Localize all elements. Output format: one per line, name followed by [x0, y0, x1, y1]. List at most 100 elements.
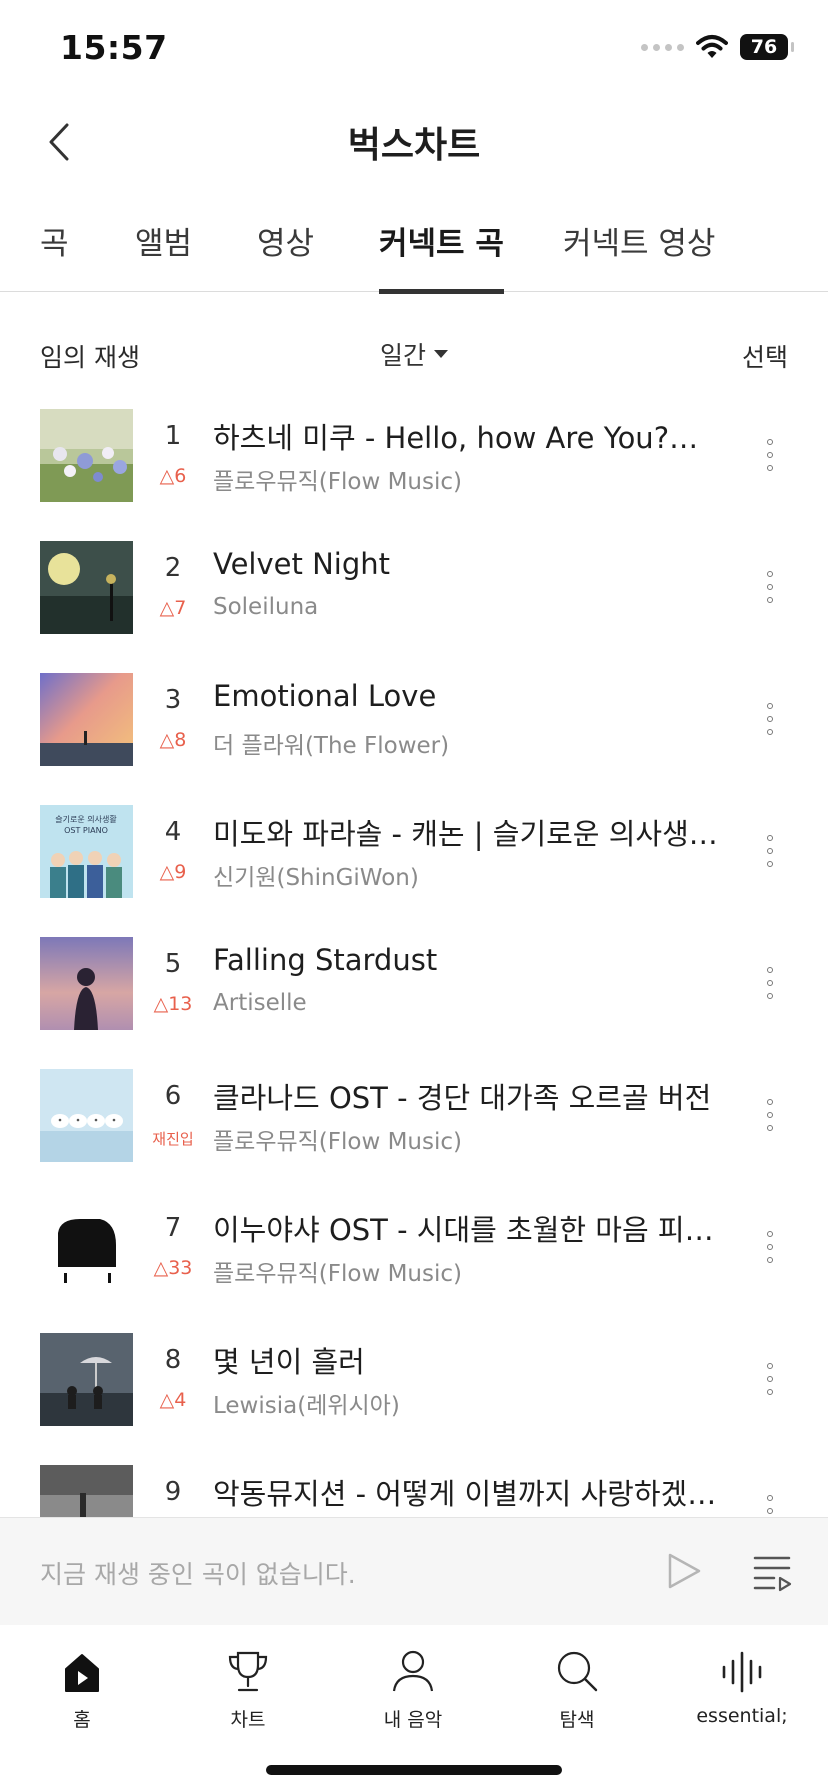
more-options-icon[interactable] — [760, 963, 780, 1003]
rank-number: 1 — [164, 421, 182, 451]
more-options-icon[interactable] — [760, 1227, 780, 1267]
rank-change: △7 — [159, 597, 187, 619]
shuffle-play-button[interactable]: 임의 재생 — [40, 338, 140, 374]
rank-number: 8 — [164, 1345, 182, 1375]
chart-row[interactable]: 6 재진입 클라나드 OST - 경단 대가족 오르골 버전 플로우뮤직(Flo… — [0, 1065, 828, 1197]
more-options-icon[interactable] — [760, 567, 780, 607]
album-art — [40, 1069, 133, 1162]
rank-number: 7 — [164, 1213, 182, 1243]
chart-row[interactable]: 슬기로운 의사생활 OST PIANO 4 △9 미도와 파라솔 - 캐논 | … — [0, 801, 828, 933]
rank-number: 4 — [164, 817, 182, 847]
search-icon — [557, 1651, 598, 1692]
mini-player[interactable]: 지금 재생 중인 곡이 없습니다. — [0, 1517, 828, 1625]
album-art — [40, 541, 133, 634]
chart-row[interactable]: 7 △33 이누야샤 OST - 시대를 초월한 마음 피… 플로우뮤직(Flo… — [0, 1197, 828, 1329]
chart-row[interactable]: 5 △13 Falling Stardust Artiselle — [0, 933, 828, 1065]
song-title: 클라나드 OST - 경단 대가족 오르골 버전 — [213, 1081, 712, 1115]
nav-home[interactable]: 홈 — [7, 1643, 157, 1732]
rank-change: △13 — [153, 993, 193, 1015]
page-title: 벅스차트 — [347, 125, 481, 166]
list-controls: 임의 재생 일간 선택 — [0, 334, 828, 378]
artist-name: 플로우뮤직(Flow Music) — [213, 469, 462, 495]
song-title: 이누야샤 OST - 시대를 초월한 마음 피… — [213, 1213, 714, 1247]
nav-chart[interactable]: 차트 — [173, 1643, 323, 1732]
artist-name: 플로우뮤직(Flow Music) — [213, 1129, 462, 1155]
chart-tabs: 곡 앨범 영상 커넥트 곡 커넥트 영상 — [0, 200, 828, 294]
rank-change: 재진입 — [152, 1130, 194, 1148]
rank-number: 9 — [164, 1477, 182, 1507]
battery-indicator: 76 — [740, 34, 794, 60]
home-icon — [65, 1654, 99, 1692]
artist-name: 더 플라워(The Flower) — [213, 733, 450, 759]
chart-list: 1 △6 하츠네 미쿠 - Hello, how Are You?… 플로우뮤직… — [0, 405, 828, 1517]
rank-number: 6 — [164, 1081, 182, 1111]
tab-connect-songs[interactable]: 커넥트 곡 — [379, 218, 504, 294]
app-header: 벅스차트 — [0, 100, 828, 180]
trophy-icon — [228, 1651, 268, 1692]
tab-songs[interactable]: 곡 — [40, 218, 69, 292]
more-options-icon[interactable] — [760, 699, 780, 739]
period-label: 일간 — [380, 341, 427, 370]
rank-number: 5 — [164, 949, 182, 979]
artist-name: Soleiluna — [213, 594, 319, 620]
more-options-icon[interactable] — [760, 831, 780, 871]
album-art — [40, 673, 133, 766]
artist-name: Lewisia(레위시아) — [213, 1393, 400, 1419]
playlist-icon — [753, 1556, 792, 1592]
nav-label: 차트 — [230, 1709, 266, 1731]
status-indicators: 76 — [641, 34, 794, 60]
play-icon — [668, 1553, 701, 1589]
rank-change: △4 — [159, 1389, 187, 1411]
period-dropdown[interactable]: 일간 — [380, 336, 449, 372]
song-title: Velvet Night — [213, 547, 390, 581]
more-options-icon[interactable] — [760, 1491, 780, 1517]
album-art — [40, 1201, 133, 1294]
chart-row[interactable]: 3 △8 Emotional Love 더 플라워(The Flower) — [0, 669, 828, 801]
wifi-icon — [696, 35, 728, 58]
nav-explore[interactable]: 탐색 — [502, 1643, 652, 1732]
person-icon — [392, 1650, 434, 1692]
album-art — [40, 937, 133, 1030]
rank-change: △9 — [159, 861, 187, 883]
artist-name: 신기원(ShinGiWon) — [213, 865, 419, 891]
song-title: Emotional Love — [213, 679, 437, 713]
artist-name: Artiselle — [213, 990, 307, 1016]
nav-label: 탐색 — [559, 1709, 595, 1731]
chart-row[interactable]: 8 △4 몇 년이 흘러 Lewisia(레위시아) — [0, 1329, 828, 1461]
play-button[interactable] — [665, 1551, 703, 1595]
caret-down-icon — [434, 350, 449, 358]
more-options-icon[interactable] — [760, 1095, 780, 1135]
song-title: 몇 년이 흘러 — [213, 1345, 365, 1379]
now-playing-text: 지금 재생 중인 곡이 없습니다. — [40, 1560, 356, 1589]
rank-change: △33 — [153, 1257, 193, 1279]
artist-name: 플로우뮤직(Flow Music) — [213, 1261, 462, 1287]
status-time: 15:57 — [60, 28, 168, 67]
song-title: 하츠네 미쿠 - Hello, how Are You?… — [213, 421, 699, 455]
album-art-text: OST PIANO — [64, 826, 108, 835]
tab-videos[interactable]: 영상 — [257, 218, 314, 292]
playlist-button[interactable] — [752, 1552, 792, 1596]
nav-my-music[interactable]: 내 음악 — [338, 1643, 488, 1732]
tab-albums[interactable]: 앨범 — [135, 218, 192, 292]
chart-row[interactable]: 9 악동뮤지션 - 어떻게 이별까지 사랑하겠… — [0, 1461, 828, 1517]
nav-essential[interactable]: essential; — [667, 1643, 817, 1727]
chart-row[interactable]: 1 △6 하츠네 미쿠 - Hello, how Are You?… 플로우뮤직… — [0, 405, 828, 537]
more-options-icon[interactable] — [760, 1359, 780, 1399]
waveform-icon — [722, 1651, 762, 1693]
home-indicator — [266, 1765, 562, 1775]
rank-number: 3 — [164, 685, 182, 715]
album-art — [40, 409, 133, 502]
nav-label: 내 음악 — [383, 1709, 443, 1731]
song-title: Falling Stardust — [213, 943, 438, 977]
cellular-signal-icon — [641, 43, 684, 51]
more-options-icon[interactable] — [760, 435, 780, 475]
song-title: 미도와 파라솔 - 캐논 | 슬기로운 의사생… — [213, 817, 718, 851]
select-button[interactable]: 선택 — [742, 338, 788, 374]
album-art — [40, 1333, 133, 1426]
album-art-text: 슬기로운 의사생활 — [55, 814, 117, 824]
chart-row[interactable]: 2 △7 Velvet Night Soleiluna — [0, 537, 828, 669]
rank-change: △8 — [159, 729, 187, 751]
song-title: 악동뮤지션 - 어떻게 이별까지 사랑하겠… — [213, 1477, 717, 1511]
tab-connect-videos[interactable]: 커넥트 영상 — [563, 218, 715, 292]
rank-number: 2 — [164, 553, 182, 583]
